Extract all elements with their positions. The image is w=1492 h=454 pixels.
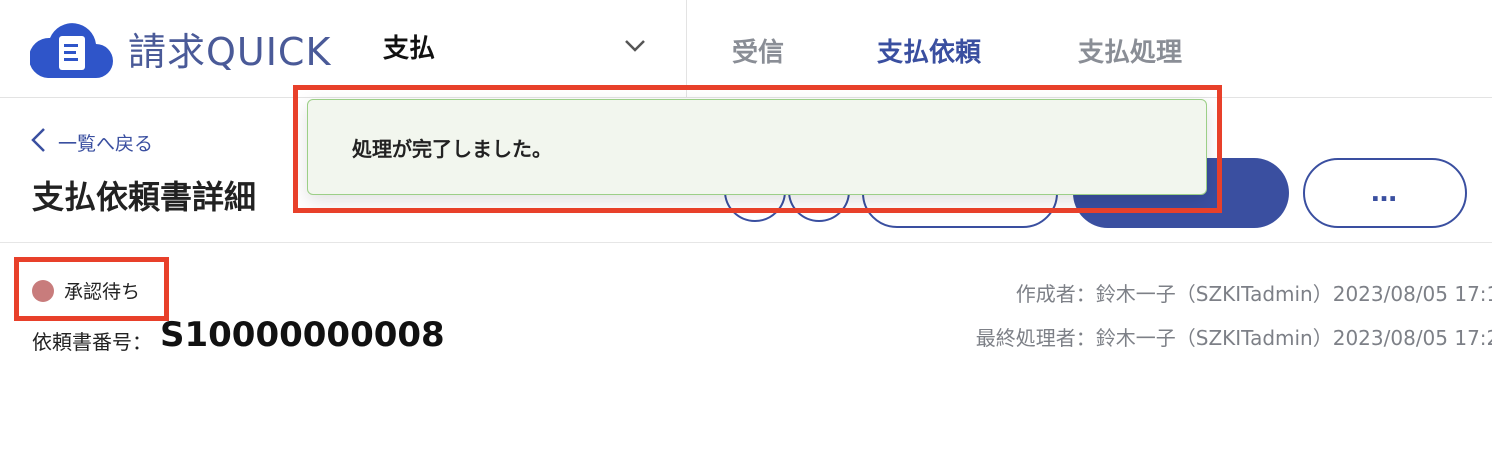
last-processor-info: 最終処理者：鈴木一子（SZKITadmin）2023/08/05 17:22	[975, 326, 1492, 350]
tab-payment-processing[interactable]: 支払処理	[1078, 32, 1182, 69]
cloud-document-icon	[28, 20, 114, 84]
creator-info: 作成者：鈴木一子（SZKITadmin）2023/08/05 17:17	[1015, 282, 1492, 306]
request-number-value: S10000000008	[160, 315, 445, 355]
tab-received[interactable]: 受信	[732, 32, 784, 69]
header-divider	[686, 0, 687, 97]
more-dots-icon: …	[1371, 178, 1399, 208]
app-logo[interactable]: 請求QUICK	[28, 20, 332, 84]
toast-highlight-frame	[293, 85, 1222, 213]
page-title: 支払依頼書詳細	[32, 178, 257, 216]
request-number-label: 依頼書番号：	[32, 330, 152, 354]
back-link-label: 一覧へ戻る	[58, 133, 154, 155]
more-options-button[interactable]: …	[1303, 158, 1467, 228]
chevron-left-icon	[30, 127, 58, 158]
app-name: 請求QUICK	[128, 30, 332, 74]
status-highlight-frame	[14, 257, 169, 321]
chevron-down-icon[interactable]	[624, 38, 646, 57]
section-divider	[0, 242, 1492, 243]
module-selector-value[interactable]: 支払	[383, 28, 435, 65]
tab-payment-request[interactable]: 支払依頼	[877, 32, 981, 69]
back-link[interactable]: 一覧へ戻る	[30, 127, 153, 158]
